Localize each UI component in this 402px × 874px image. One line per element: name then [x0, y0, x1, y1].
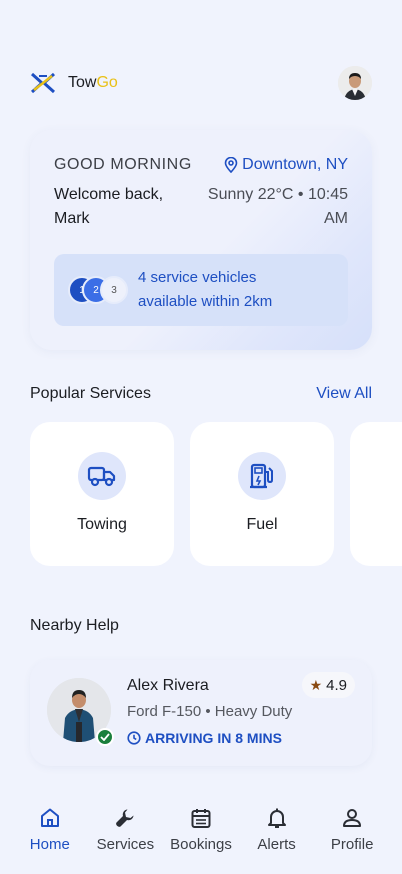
brand[interactable]: TowGo [30, 72, 118, 94]
verified-badge-icon [96, 728, 114, 746]
welcome-text: Welcome back, Mark [54, 186, 164, 227]
ev-fuel-icon [238, 452, 286, 500]
bottom-navigation: Home Services Bookings Alerts Profile [0, 796, 402, 866]
arrival-text: ARRIVING IN 8 MINS [145, 730, 282, 746]
clock-icon [127, 731, 141, 745]
availability-banner[interactable]: 1 2 3 4 service vehicles available withi… [54, 254, 348, 326]
nav-label: Bookings [170, 836, 232, 853]
calendar-icon [191, 809, 211, 828]
availability-text: 4 service vehicles available within 2km [138, 269, 273, 310]
nav-profile[interactable]: Profile [316, 796, 388, 866]
brand-name-tow: Tow [68, 74, 97, 91]
nav-bookings[interactable]: Bookings [165, 796, 237, 866]
service-label: Fuel [246, 516, 278, 533]
rating-badge: ★ 4.9 [301, 672, 355, 698]
nav-label: Services [96, 836, 155, 853]
wrench-icon [116, 809, 134, 827]
location-label: Downtown, NY [242, 156, 348, 173]
brand-name-go: Go [96, 74, 118, 91]
logo-icon [30, 72, 56, 94]
greeting-card: GOOD MORNING Downtown, NY Welcome back, … [30, 130, 372, 350]
weather-time: Sunny 22°C • 10:45 AM [207, 186, 348, 227]
rating-value: 4.9 [326, 676, 347, 694]
location-pin-icon [224, 157, 238, 173]
nav-label: Alerts [257, 836, 296, 853]
bell-icon [267, 808, 286, 828]
view-all-link[interactable]: View All [316, 385, 372, 403]
service-label: Towing [77, 516, 127, 533]
person-icon [343, 809, 362, 827]
user-avatar[interactable] [338, 66, 372, 100]
vehicle-chip: 3 [100, 276, 128, 304]
star-icon: ★ [309, 676, 323, 693]
nav-services[interactable]: Services [89, 796, 161, 866]
greeting-text: GOOD MORNING [54, 156, 192, 173]
home-icon [40, 808, 59, 827]
nav-label: Profile [330, 836, 374, 853]
nav-label: Home [29, 836, 70, 853]
arrival-status: ARRIVING IN 8 MINS [127, 730, 282, 746]
service-card-fuel[interactable]: Fuel [190, 422, 334, 566]
truck-icon [78, 452, 126, 500]
location-selector[interactable]: Downtown, NY [224, 156, 348, 174]
vehicle-chips: 1 2 3 [68, 276, 128, 304]
popular-services-title: Popular Services [30, 385, 151, 402]
avatar-portrait [338, 66, 372, 100]
nearby-help-title: Nearby Help [30, 617, 119, 634]
nav-alerts[interactable]: Alerts [241, 796, 313, 866]
app-header: TowGo [30, 66, 372, 100]
helper-name: Alex Rivera [127, 677, 209, 694]
service-card-partial[interactable] [350, 422, 402, 566]
brand-name: TowGo [68, 74, 118, 92]
service-card-towing[interactable]: Towing [30, 422, 174, 566]
helper-card[interactable]: Alex Rivera Ford F-150 • Heavy Duty ARRI… [30, 660, 372, 766]
helper-vehicle: Ford F-150 • Heavy Duty [127, 703, 293, 720]
nav-home[interactable]: Home [14, 796, 86, 866]
